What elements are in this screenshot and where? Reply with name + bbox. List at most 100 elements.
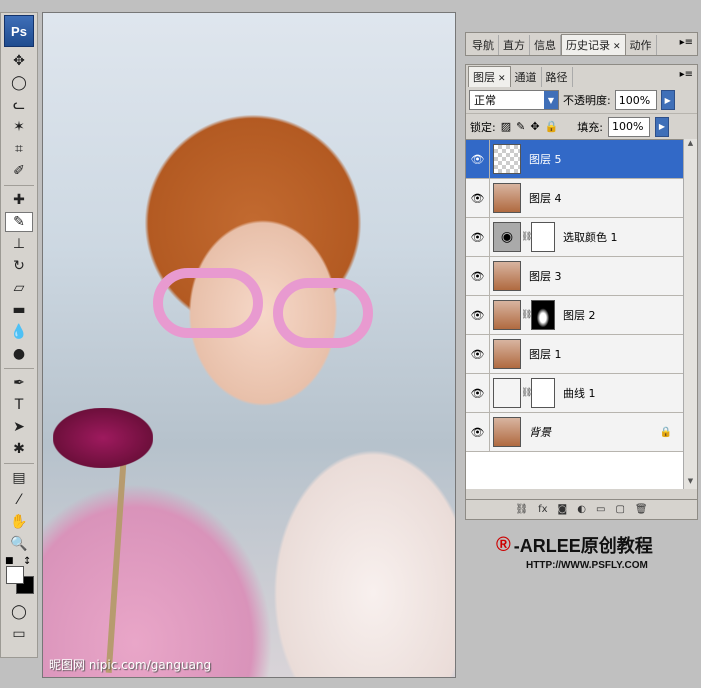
layer-name: 图层 3: [529, 270, 562, 283]
eye-icon[interactable]: 👁: [466, 217, 490, 257]
layer-thumbnail: [493, 261, 521, 291]
layer-mask-thumbnail[interactable]: [531, 222, 555, 252]
default-colors-icon[interactable]: ■: [5, 556, 14, 566]
healing-brush-tool-icon[interactable]: ✚: [5, 190, 33, 210]
layer-row[interactable]: 👁 ⛓ 图层 2: [466, 295, 684, 335]
adjustment-layer-icon[interactable]: ◐: [577, 504, 586, 515]
brand-title-text: -ARLEE原创教程: [513, 536, 653, 556]
layer-mask-thumbnail[interactable]: [531, 300, 555, 330]
screen-mode-icon[interactable]: ▭: [5, 624, 33, 644]
new-layer-icon[interactable]: ▢: [615, 504, 624, 515]
eye-icon[interactable]: 👁: [466, 178, 490, 218]
document-canvas[interactable]: 昵图网 nipic.com/ganguang: [42, 12, 456, 678]
move-tool-icon[interactable]: ✥: [5, 51, 33, 71]
dodge-tool-icon[interactable]: ●: [5, 344, 33, 364]
layer-row[interactable]: 👁 背景 🔒: [466, 412, 684, 452]
opacity-slider-button[interactable]: ▶: [660, 90, 675, 110]
layer-name: 背景: [529, 426, 551, 439]
tab-info[interactable]: 信息: [530, 35, 561, 55]
foreground-color-swatch[interactable]: [6, 566, 24, 584]
tab-channels[interactable]: 通道: [511, 67, 542, 87]
type-tool-icon[interactable]: T: [5, 395, 33, 415]
layer-row[interactable]: 👁 图层 5: [466, 139, 684, 179]
chevron-down-icon[interactable]: ▼: [544, 91, 558, 109]
layer-row[interactable]: 👁 ⛓ 曲线 1: [466, 373, 684, 413]
layer-name: 图层 2: [563, 309, 596, 322]
blur-tool-icon[interactable]: 💧: [5, 322, 33, 342]
fill-input[interactable]: 100%: [607, 116, 650, 137]
link-icon: ⛓: [521, 232, 533, 242]
lock-label: 锁定:: [470, 120, 496, 134]
pen-tool-icon[interactable]: ✒: [5, 373, 33, 393]
magic-wand-tool-icon[interactable]: ✶: [5, 117, 33, 137]
stamp-tool-icon[interactable]: ⊥: [5, 234, 33, 254]
lock-transparent-icon[interactable]: ▨: [501, 120, 511, 133]
layer-list-scrollbar[interactable]: ▲ ▼: [683, 139, 697, 489]
photoshop-logo[interactable]: Ps: [4, 15, 34, 47]
link-layers-icon[interactable]: ⛓: [515, 504, 528, 515]
crop-tool-icon[interactable]: ⌗: [5, 139, 33, 159]
layer-row[interactable]: 👁 图层 1: [466, 334, 684, 374]
history-panel: 导航 直方 信息 历史记录 ✕ 动作 ▸≡: [465, 32, 698, 56]
slice-tool-icon[interactable]: ✐: [5, 161, 33, 181]
layer-thumbnail: [493, 417, 521, 447]
tab-histogram[interactable]: 直方: [499, 35, 530, 55]
scroll-down-icon[interactable]: ▼: [684, 477, 697, 489]
brush-tool-icon[interactable]: ✎: [5, 212, 33, 232]
eye-icon[interactable]: 👁: [466, 373, 490, 413]
eye-icon[interactable]: 👁: [466, 139, 490, 179]
path-selection-tool-icon[interactable]: ➤: [5, 417, 33, 437]
tab-layers[interactable]: 图层 ✕: [468, 66, 511, 87]
hand-tool-icon[interactable]: ✋: [5, 512, 33, 532]
eraser-tool-icon[interactable]: ▱: [5, 278, 33, 298]
zoom-tool-icon[interactable]: 🔍: [5, 534, 33, 554]
scroll-up-icon[interactable]: ▲: [684, 139, 697, 151]
delete-layer-icon[interactable]: 🗑: [635, 504, 648, 515]
close-icon[interactable]: ✕: [613, 42, 621, 52]
tab-history[interactable]: 历史记录 ✕: [561, 34, 626, 55]
notes-tool-icon[interactable]: ▤: [5, 468, 33, 488]
photo-garment: [43, 483, 273, 677]
blend-mode-value: 正常: [474, 94, 496, 107]
blend-mode-select[interactable]: 正常 ▼: [469, 90, 559, 110]
eye-icon[interactable]: 👁: [466, 256, 490, 296]
tab-actions[interactable]: 动作: [626, 35, 657, 55]
opacity-input[interactable]: 100%: [614, 90, 657, 110]
close-icon[interactable]: ✕: [498, 74, 506, 84]
layer-row[interactable]: 👁 图层 4: [466, 178, 684, 218]
quick-mask-icon[interactable]: ◯: [5, 602, 33, 622]
fill-slider-button[interactable]: ▶: [654, 116, 669, 137]
tab-navigator[interactable]: 导航: [468, 35, 499, 55]
layer-style-icon[interactable]: fx: [538, 504, 547, 515]
panel-menu-icon[interactable]: ▸≡: [680, 37, 693, 48]
history-brush-tool-icon[interactable]: ↻: [5, 256, 33, 276]
opacity-label: 不透明度:: [563, 94, 611, 107]
layers-panel-footer: ⛓ fx ◙ ◐ ▭ ▢ 🗑: [466, 499, 697, 519]
swap-colors-icon[interactable]: ↕: [23, 556, 31, 567]
layer-row[interactable]: 👁 图层 3: [466, 256, 684, 296]
marquee-tool-icon[interactable]: ◯: [5, 73, 33, 93]
lock-image-icon[interactable]: ✎: [516, 120, 525, 133]
layer-list: 👁 图层 5 👁 图层 4 👁 ◉ ⛓ 选取颜色 1 👁 图层 3 👁 ⛓ 图层: [466, 139, 684, 571]
tab-paths[interactable]: 路径: [542, 67, 573, 87]
new-group-icon[interactable]: ▭: [596, 504, 605, 515]
lock-all-icon[interactable]: 🔒: [545, 120, 559, 133]
photo-rose: [53, 408, 153, 468]
lock-icon: 🔒: [659, 426, 672, 438]
eye-icon[interactable]: 👁: [466, 295, 490, 335]
eye-icon[interactable]: 👁: [466, 412, 490, 452]
lasso-tool-icon[interactable]: ᓚ: [5, 95, 33, 115]
layer-row[interactable]: 👁 ◉ ⛓ 选取颜色 1: [466, 217, 684, 257]
shape-tool-icon[interactable]: ✱: [5, 439, 33, 459]
layer-thumbnail: [493, 300, 521, 330]
eyedropper-tool-icon[interactable]: ⁄: [5, 490, 33, 510]
lock-position-icon[interactable]: ✥: [530, 120, 539, 133]
eye-icon[interactable]: 👁: [466, 334, 490, 374]
layer-mask-thumbnail[interactable]: [531, 378, 555, 408]
blend-row: 正常 ▼ 不透明度: 100% ▶: [466, 87, 697, 113]
selective-color-icon: ◉: [493, 222, 521, 252]
layers-panel: 图层 ✕ 通道 路径 ▸≡ 正常 ▼ 不透明度: 100% ▶ 锁定: ▨ ✎ ✥…: [465, 64, 698, 571]
panel-menu-icon[interactable]: ▸≡: [680, 69, 693, 80]
gradient-tool-icon[interactable]: ▬: [5, 300, 33, 320]
add-mask-icon[interactable]: ◙: [558, 504, 568, 515]
